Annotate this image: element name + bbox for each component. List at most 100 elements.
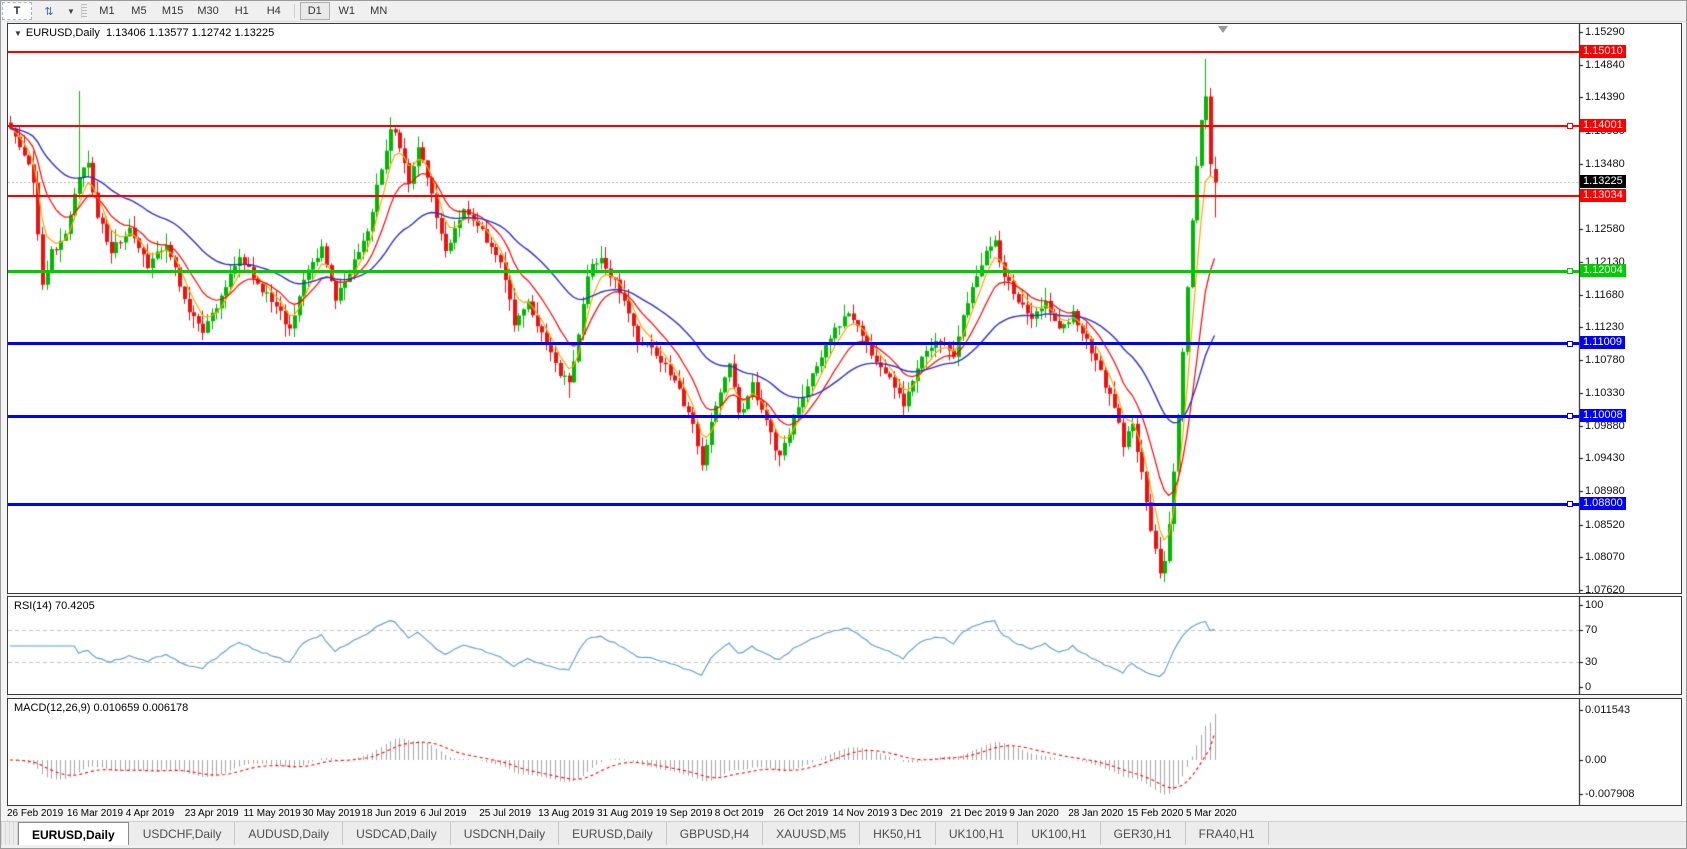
chart-tab-audusd-daily[interactable]: AUDUSD,Daily: [235, 822, 343, 846]
panel-splitter[interactable]: [7, 593, 1682, 596]
horizontal-line-1.12004[interactable]: [8, 270, 1579, 273]
date-axis-label: 11 May 2019: [244, 808, 301, 819]
chart-tab-usdcnh-daily[interactable]: USDCNH,Daily: [451, 822, 559, 846]
chart-header: ▼ EURUSD,Daily 1.13406 1.13577 1.12742 1.…: [14, 27, 274, 39]
date-axis-label: 13 Aug 2019: [538, 808, 594, 819]
macd-axis-tick: 0.011543: [1585, 704, 1630, 716]
timeframe-button-h1[interactable]: H1: [227, 2, 257, 20]
rsi-axis-tick: 30: [1585, 656, 1597, 668]
chart-tab-ger30-h1[interactable]: GER30,H1: [1101, 822, 1186, 846]
rsi-panel: RSI(14) 70.4205 10070300: [7, 596, 1682, 695]
line-handle-1.08800[interactable]: [1567, 501, 1573, 507]
line-handle-1.11009[interactable]: [1567, 341, 1573, 347]
date-axis-label: 28 Jan 2020: [1068, 808, 1123, 819]
price-axis-tick: 1.07620: [1585, 584, 1625, 596]
chart-tab-uk100-h1[interactable]: UK100,H1: [1018, 822, 1100, 846]
chart-tab-hk50-h1[interactable]: HK50,H1: [860, 822, 936, 846]
price-label-1.10008[interactable]: 1.10008: [1580, 409, 1626, 422]
price-axis-tick: 1.14840: [1585, 59, 1625, 71]
timeframe-button-m30[interactable]: M30: [191, 2, 224, 20]
price-axis-tick: 1.13480: [1585, 158, 1625, 170]
price-label-1.13034[interactable]: 1.13034: [1580, 189, 1626, 202]
trading-terminal-window: T⇅▼M1M5M15M30H1H4D1W1MN ▼EURUSD,Daily 1.…: [0, 0, 1687, 849]
macd-label: MACD(12,26,9) 0.010659 0.006178: [14, 702, 188, 714]
current-price-label: 1.13225: [1580, 175, 1626, 188]
date-axis-label: 14 Nov 2019: [833, 808, 890, 819]
price-label-1.12004[interactable]: 1.12004: [1580, 264, 1626, 277]
chevron-down-icon[interactable]: ▼: [14, 29, 22, 38]
date-axis-label: 16 Mar 2019: [67, 808, 123, 819]
date-axis-label: 6 Jul 2019: [420, 808, 466, 819]
macd-axis-tick: -0.007908: [1585, 788, 1635, 800]
price-axis-tick: 1.09430: [1585, 452, 1625, 464]
price-label-1.14001[interactable]: 1.14001: [1580, 119, 1626, 132]
horizontal-line-1.13034[interactable]: [8, 195, 1579, 197]
horizontal-line-1.11009[interactable]: [8, 342, 1579, 345]
price-label-1.11009[interactable]: 1.11009: [1580, 336, 1625, 349]
timeframe-button-w1[interactable]: W1: [332, 2, 362, 20]
price-label-1.08800[interactable]: 1.08800: [1580, 497, 1626, 510]
timeframe-button-mn[interactable]: MN: [364, 2, 394, 20]
date-axis-label: 26 Feb 2019: [7, 808, 63, 819]
timeframe-button-m5[interactable]: M5: [124, 2, 154, 20]
rsi-axis-tick: 70: [1585, 624, 1597, 636]
chart-shift-marker-icon[interactable]: [1218, 26, 1228, 33]
line-handle-1.12004[interactable]: [1567, 268, 1573, 274]
chart-tab-eurusd-daily[interactable]: EURUSD,Daily: [559, 822, 667, 846]
date-axis-label: 23 Apr 2019: [185, 808, 239, 819]
price-axis-tick: 1.14390: [1585, 91, 1625, 103]
chart-tab-fra40-h1[interactable]: FRA40,H1: [1186, 822, 1269, 846]
price-axis-tick: 1.12580: [1585, 223, 1625, 235]
price-axis-tick: 1.10330: [1585, 387, 1625, 399]
timeframe-button-m1[interactable]: M1: [92, 2, 122, 20]
chart-tab-xauusd-m5[interactable]: XAUUSD,M5: [763, 822, 860, 846]
timeframe-button-h4[interactable]: H4: [259, 2, 289, 20]
toolbar-dropdown-icon[interactable]: ▼: [67, 7, 75, 16]
chart-tab-uk100-h1[interactable]: UK100,H1: [936, 822, 1018, 846]
status-strip: [1, 845, 1686, 849]
price-axis-tick: 1.08980: [1585, 485, 1625, 497]
toolbar-separator: [294, 4, 295, 18]
rsi-label: RSI(14) 70.4205: [14, 600, 95, 612]
rsi-canvas[interactable]: [8, 597, 1681, 694]
date-axis-label: 9 Jan 2020: [1009, 808, 1059, 819]
style-tool-button[interactable]: ⇅: [34, 2, 64, 20]
date-axis-label: 18 Jun 2019: [361, 808, 416, 819]
horizontal-line-1.10008[interactable]: [8, 415, 1579, 418]
price-axis-tick: 1.11680: [1585, 289, 1624, 301]
date-axis-label: 8 Oct 2019: [715, 808, 764, 819]
candlestick-canvas[interactable]: [8, 24, 1681, 593]
horizontal-line-1.08800[interactable]: [8, 503, 1579, 506]
date-axis-label: 31 Aug 2019: [597, 808, 653, 819]
date-axis-label: 30 May 2019: [303, 808, 361, 819]
line-handle-1.14001[interactable]: [1567, 123, 1573, 129]
line-handle-1.10008[interactable]: [1567, 413, 1573, 419]
chart-header-text: EURUSD,Daily 1.13406 1.13577 1.12742 1.1…: [26, 27, 274, 39]
price-chart-panel: ▼ EURUSD,Daily 1.13406 1.13577 1.12742 1.…: [7, 23, 1682, 594]
price-axis-tick: 1.10780: [1585, 354, 1625, 366]
date-axis-label: 21 Dec 2019: [950, 808, 1007, 819]
tab-bar-grip[interactable]: [1, 822, 18, 846]
chart-tab-gbpusd-h4[interactable]: GBPUSD,H4: [667, 822, 763, 846]
date-axis: 26 Feb 201916 Mar 20194 Apr 201923 Apr 2…: [7, 807, 1682, 820]
chart-tab-bar: EURUSD,DailyUSDCHF,DailyAUDUSD,DailyUSDC…: [1, 821, 1686, 846]
chart-tab-usdchf-daily[interactable]: USDCHF,Daily: [130, 822, 236, 846]
horizontal-line-1.14001[interactable]: [8, 125, 1579, 127]
chart-tab-usdcad-daily[interactable]: USDCAD,Daily: [343, 822, 451, 846]
horizontal-line-1.15010[interactable]: [8, 51, 1579, 53]
panel-splitter[interactable]: [7, 694, 1682, 697]
timeframe-button-m15[interactable]: M15: [156, 2, 189, 20]
date-axis-label: 19 Sep 2019: [656, 808, 713, 819]
timeframe-button-d1[interactable]: D1: [300, 2, 330, 20]
toolbar-grip[interactable]: [81, 4, 87, 18]
price-axis-tick: 1.08070: [1585, 551, 1625, 563]
date-axis-label: 26 Oct 2019: [774, 808, 828, 819]
rsi-axis-tick: 0: [1585, 681, 1591, 693]
toolbar: T⇅▼ M1M5M15M30H1H4 D1W1MN: [1, 1, 1686, 22]
macd-axis-tick: 0.00: [1585, 754, 1606, 766]
macd-canvas[interactable]: [8, 699, 1681, 805]
chart-tab-eurusd-daily[interactable]: EURUSD,Daily: [18, 822, 129, 846]
price-label-1.15010[interactable]: 1.15010: [1580, 45, 1626, 58]
price-axis-tick: 1.08520: [1585, 519, 1625, 531]
text-tool-button[interactable]: T: [2, 2, 32, 20]
